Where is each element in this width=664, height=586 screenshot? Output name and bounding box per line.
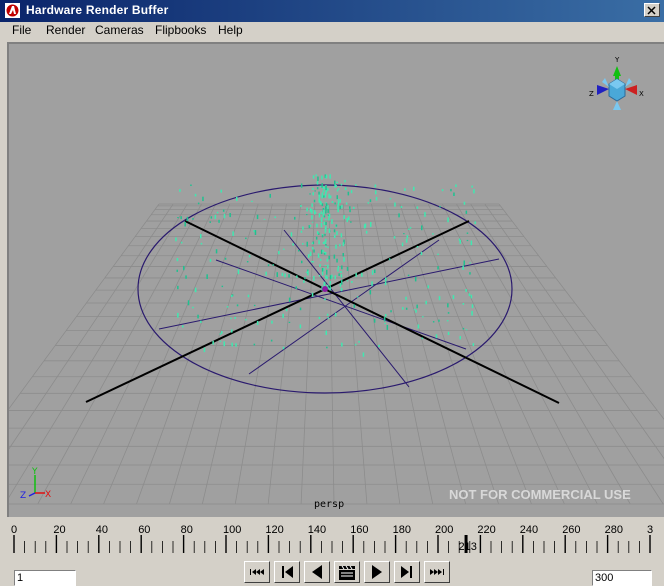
close-icon <box>647 6 656 15</box>
time-tick-label: 100 <box>223 524 241 536</box>
time-tick-label: 60 <box>138 524 150 536</box>
time-tick-label: 160 <box>350 524 368 536</box>
time-tick-label: 0 <box>11 524 17 536</box>
svg-text:Z: Z <box>589 90 594 98</box>
go-to-start-button[interactable] <box>244 561 270 583</box>
time-tick-label: 20 <box>53 524 65 536</box>
app-icon <box>5 3 20 18</box>
view-cube-icon[interactable]: Y X Z <box>587 54 647 116</box>
play-backward-icon <box>312 565 322 579</box>
emitter-origin <box>322 286 328 292</box>
play-forward-button[interactable] <box>364 561 390 583</box>
go-to-end-icon <box>430 569 444 575</box>
time-tick-label: 40 <box>96 524 108 536</box>
close-button[interactable] <box>644 3 660 17</box>
menu-render[interactable]: Render <box>46 23 85 37</box>
range-start-field[interactable]: 1 <box>14 570 76 586</box>
camera-label: persp <box>314 499 345 510</box>
time-tick-label: 180 <box>393 524 411 536</box>
ground-grid <box>9 203 664 505</box>
step-forward-button[interactable] <box>394 561 420 583</box>
playback-controls: 1 300 <box>0 558 664 586</box>
time-slider[interactable]: 0 20 40 60 80 100 120 140 160 180 200 220 240 260 280 3… <box>10 521 658 555</box>
time-tick-label: 200 <box>435 524 453 536</box>
time-tick-label: 140 <box>308 524 326 536</box>
svg-text:Z: Z <box>20 491 26 501</box>
title-bar[interactable]: Hardware Render Buffer <box>0 0 664 22</box>
menu-help[interactable]: Help <box>218 23 243 37</box>
time-tick-label: 280 <box>605 524 623 536</box>
clapperboard-icon <box>339 565 355 580</box>
menu-cameras[interactable]: Cameras <box>95 23 144 37</box>
svg-text:Y: Y <box>31 467 38 477</box>
current-frame-label: 213 <box>459 541 477 553</box>
window-title: Hardware Render Buffer <box>26 3 169 17</box>
time-tick-label: 260 <box>562 524 580 536</box>
time-tick-label: 3 <box>647 524 653 536</box>
range-end-field[interactable]: 300 <box>592 570 652 586</box>
menu-flipbooks[interactable]: Flipbooks <box>155 23 206 37</box>
time-tick-label: 80 <box>181 524 193 536</box>
step-forward-icon <box>401 566 412 578</box>
watermark: NOT FOR COMMERCIAL USE <box>449 487 631 502</box>
svg-text:X: X <box>639 90 644 98</box>
play-forward-icon <box>372 565 382 579</box>
render-sequence-button[interactable] <box>334 561 360 583</box>
time-tick-label: 240 <box>520 524 538 536</box>
time-ruler: 0 20 40 60 80 100 120 140 160 180 200 220 240 260 280 3… <box>11 524 653 553</box>
step-back-button[interactable] <box>274 561 300 583</box>
render-viewport[interactable]: Y X Z Y X Z persp NOT FOR COMMERCIAL USE <box>9 44 664 517</box>
svg-text:Y: Y <box>614 56 620 64</box>
menu-file[interactable]: File <box>12 23 31 37</box>
particle-cloud <box>175 174 476 357</box>
play-backward-button[interactable] <box>304 561 330 583</box>
go-to-start-icon <box>250 569 264 575</box>
axis-triad-icon: Y X Z <box>20 467 51 501</box>
scene-canvas <box>9 174 664 505</box>
time-tick-label: 120 <box>265 524 283 536</box>
menu-bar: File Render Cameras Flipbooks Help <box>0 22 664 40</box>
step-back-icon <box>282 566 293 578</box>
go-to-end-button[interactable] <box>424 561 450 583</box>
svg-text:X: X <box>45 490 51 500</box>
time-tick-label: 220 <box>477 524 495 536</box>
